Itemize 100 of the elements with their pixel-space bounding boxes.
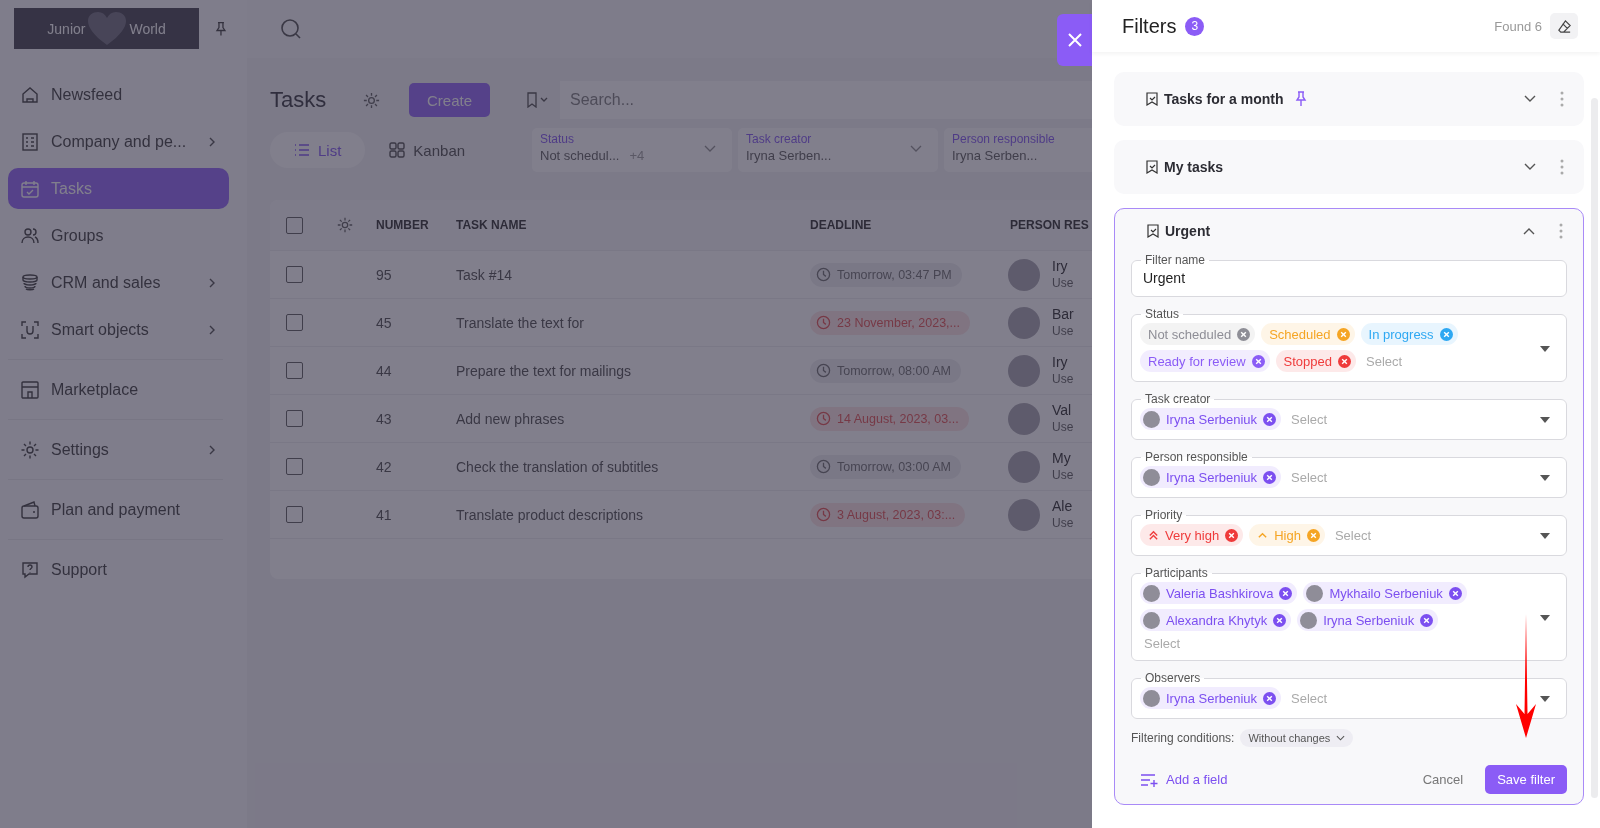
select-field[interactable]: Participants Valeria Bashkirova Mykhailo Serbeniuk Alexandra Khytyk Iryna Serbeniuk Select [1131,566,1567,661]
nav-item[interactable]: Settings [8,429,229,470]
chevron-down-icon[interactable] [1524,95,1536,103]
remove-icon[interactable] [1338,354,1351,368]
remove-icon[interactable] [1237,327,1251,341]
nav-item[interactable]: Newsfeed [8,74,229,115]
field-label: Status [1144,307,1181,321]
filter-dropdown[interactable]: Person responsible Iryna Serben... [944,128,1092,172]
conditions-dropdown[interactable]: Without changes [1240,729,1354,747]
nav-item[interactable]: CRM and sales [8,262,229,303]
search-icon[interactable] [280,18,302,40]
filter-dropdown[interactable]: Task creator Iryna Serben... [738,128,938,172]
chip: Ready for review [1140,350,1270,372]
filter-label: Task creator [746,132,813,146]
settings-icon[interactable] [362,90,381,110]
select-placeholder[interactable]: Select [1140,636,1244,651]
checkbox[interactable] [286,216,303,234]
table-row[interactable]: 43 Add new phrases 14 August, 2023, 03... Val Use [270,395,1092,443]
eraser-icon [1556,18,1572,34]
avatar [1008,498,1040,531]
nav-item[interactable]: Company and pe... [8,121,229,162]
remove-icon[interactable] [1263,412,1277,426]
more-icon[interactable] [1560,91,1564,107]
nav-item[interactable]: Marketplace [8,369,229,410]
filter-name[interactable]: My tasks [1164,159,1224,175]
column-header[interactable]: DEADLINE [810,218,1010,232]
checkbox[interactable] [286,410,303,427]
avatar [1008,306,1040,339]
remove-icon[interactable] [1448,586,1462,600]
chevron-up-icon[interactable] [1523,227,1535,235]
column-header[interactable]: PERSON RES [1010,218,1092,232]
cancel-button[interactable]: Cancel [1416,771,1470,788]
remove-icon[interactable] [1336,327,1350,341]
nav-item[interactable]: Smart objects [8,309,229,350]
person-role: Use [1052,322,1074,340]
caret-down-icon [1540,345,1550,352]
remove-icon[interactable] [1263,691,1277,705]
filter-name[interactable]: Tasks for a month [1164,91,1284,107]
remove-icon[interactable] [1420,613,1434,627]
avatar [1143,689,1160,707]
checkbox[interactable] [286,458,303,475]
conditions-label: Filtering conditions: [1131,731,1235,745]
save-filter-button[interactable]: Save filter [1485,765,1567,794]
select-placeholder[interactable]: Select [1330,527,1435,543]
select-placeholder[interactable]: Select [1362,353,1466,369]
select-field[interactable]: Observers Iryna Serbeniuk Select [1131,671,1567,719]
remove-icon[interactable] [1263,470,1277,484]
pin-icon[interactable] [1293,91,1308,107]
chip: Iryna Serbeniuk [1140,408,1282,430]
caret-down-icon [1540,417,1550,423]
text-field[interactable]: Filter name Urgent [1131,253,1567,297]
select-placeholder[interactable]: Select [1287,469,1392,485]
add-field-link[interactable]: Add a field [1140,771,1228,788]
chevron-down-icon[interactable] [1524,163,1536,171]
person-name: Iry [1052,257,1069,275]
more-icon[interactable] [1560,159,1564,175]
view-tab[interactable]: Kanban [365,132,490,168]
settings-icon[interactable] [336,216,354,234]
person-role: Use [1052,274,1074,292]
select-field[interactable]: Person responsible Iryna Serbeniuk Select [1131,450,1567,498]
checkbox[interactable] [286,266,303,283]
remove-icon[interactable] [1439,327,1453,341]
text-input[interactable]: Urgent [1140,270,1564,289]
checkbox[interactable] [286,506,303,523]
table-row[interactable]: 41 Translate product descriptions 3 August, 2023, 03:... Ale Use [270,491,1092,539]
chip: Very high [1140,524,1244,546]
remove-icon[interactable] [1273,613,1287,627]
nav-item[interactable]: Groups [8,215,229,256]
column-header[interactable]: NUMBER [376,218,456,232]
select-field[interactable]: Status Not scheduled Scheduled In progress Ready for review Stopped Select [1131,307,1567,382]
column-header[interactable]: TASK NAME [456,218,810,232]
avatar [1008,354,1040,387]
stack-icon [20,272,40,293]
remove-icon[interactable] [1306,528,1320,542]
filter-name[interactable]: Urgent [1165,223,1211,239]
select-placeholder[interactable]: Select [1287,690,1392,706]
select-placeholder[interactable]: Select [1287,411,1392,427]
view-tab[interactable]: List [270,132,366,168]
panel-title: Filters [1122,14,1177,38]
checkbox[interactable] [286,314,303,331]
table-row[interactable]: 45 Translate the text for 23 November, 2023,... Bar Use [270,299,1092,347]
filter-label: Person responsible [952,132,1056,146]
remove-icon[interactable] [1225,528,1239,542]
nav-item[interactable]: Plan and payment [8,489,229,530]
select-field[interactable]: Priority Very high High Select [1131,508,1567,556]
avatar [1300,611,1318,629]
remove-icon[interactable] [1251,354,1265,368]
clock-icon [816,315,831,330]
checkbox[interactable] [286,362,303,379]
nav-item[interactable]: Support [8,549,229,590]
pin-icon[interactable] [213,20,229,37]
more-icon[interactable] [1559,223,1563,239]
close-button[interactable] [1057,14,1092,66]
people-icon [20,225,40,246]
select-field[interactable]: Task creator Iryna Serbeniuk Select [1131,392,1567,440]
clear-button[interactable] [1550,13,1578,39]
avatar [1008,402,1040,435]
chip: Alexandra Khytyk [1140,609,1292,631]
chevron-right-icon [207,324,217,335]
remove-icon[interactable] [1279,586,1293,600]
